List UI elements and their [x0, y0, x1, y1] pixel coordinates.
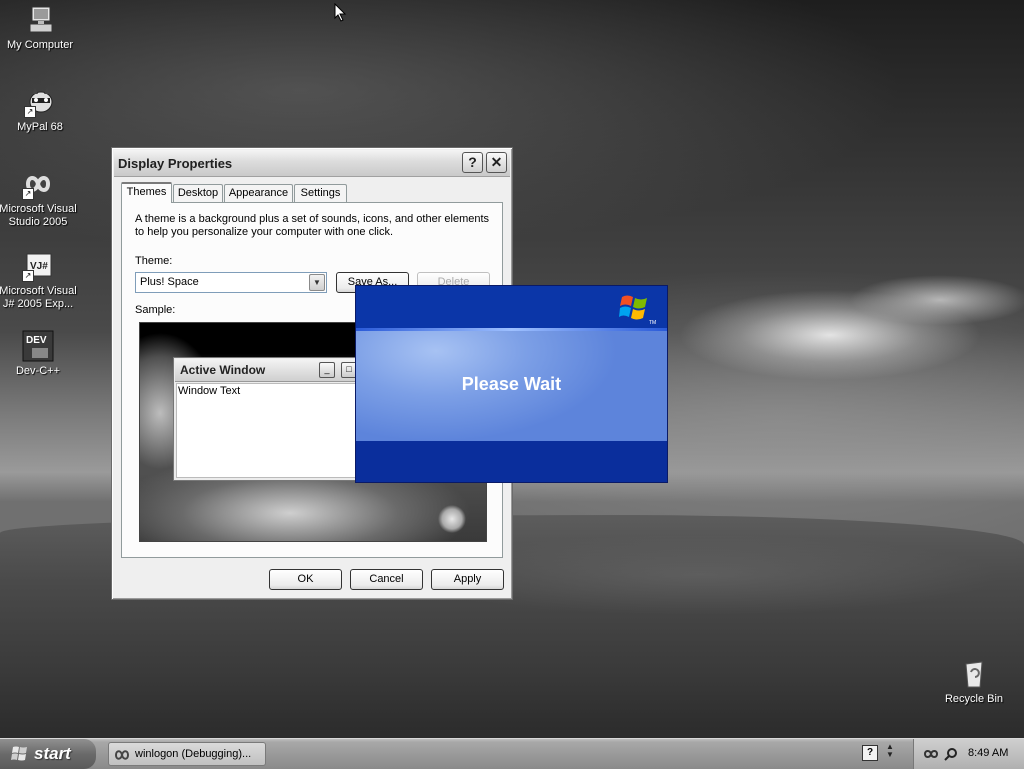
start-button[interactable]: start	[0, 739, 96, 769]
help-icon[interactable]: ?	[862, 745, 878, 761]
desktop-icon-mypal[interactable]: ↗ MyPal 68	[0, 86, 80, 134]
debugger-icon	[114, 750, 130, 760]
icon-label: Microsoft Visual J# 2005 Exp...	[0, 285, 77, 310]
taskbar: start winlogon (Debugging)... ? ▲ ▼ 8:49 …	[0, 738, 1024, 769]
theme-select[interactable]: Plus! Space ▼	[135, 272, 327, 293]
tab-desktop[interactable]: Desktop	[173, 184, 223, 202]
sample-window-text: Window Text	[178, 385, 241, 397]
window-title: Display Properties	[118, 156, 233, 171]
raccoon-icon: ↗	[24, 86, 56, 118]
search-icon[interactable]	[944, 747, 958, 761]
devcpp-icon-text: DEV	[26, 335, 47, 346]
icon-label: Dev-C++	[15, 365, 61, 377]
sample-active-window: Active Window _ □ Window Text	[173, 357, 373, 481]
shortcut-arrow-icon: ↗	[22, 270, 34, 282]
ok-button[interactable]: OK	[269, 569, 342, 590]
theme-description: A theme is a background plus a set of so…	[135, 213, 490, 238]
icon-label: My Computer	[6, 39, 74, 51]
desktop-icon-visual-studio[interactable]: ↗ Microsoft Visual Studio 2005	[0, 168, 78, 229]
icon-label: Recycle Bin	[944, 693, 1004, 705]
theme-label: Theme:	[135, 255, 173, 267]
icon-label: MyPal 68	[17, 121, 63, 133]
please-wait-splash: TM Please Wait	[355, 285, 668, 483]
desktop-icon-recycle-bin[interactable]: Recycle Bin	[934, 658, 1014, 706]
tab-settings[interactable]: Settings	[294, 184, 347, 202]
shortcut-arrow-icon: ↗	[24, 106, 36, 118]
start-label: start	[34, 744, 71, 763]
trademark-text: TM	[649, 320, 657, 326]
devcpp-icon: DEV	[22, 330, 54, 362]
taskbar-item-label: winlogon (Debugging)...	[135, 748, 252, 760]
sample-title-bar: Active Window _ □	[175, 359, 371, 382]
computer-icon	[24, 4, 56, 36]
icon-label: Microsoft Visual Studio 2005	[0, 203, 77, 228]
windows-logo-icon	[11, 746, 27, 761]
windows-logo-icon	[619, 295, 647, 320]
tab-themes[interactable]: Themes	[121, 182, 172, 203]
infinity-icon: ↗	[22, 168, 54, 200]
title-bar[interactable]: Display Properties ? ✕	[114, 150, 510, 177]
vjsharp-icon: VJ# ↗	[22, 250, 54, 282]
recycle-bin-icon	[958, 658, 990, 690]
close-button[interactable]: ✕	[486, 152, 507, 173]
taskbar-item-winlogon[interactable]: winlogon (Debugging)...	[108, 742, 266, 766]
help-button[interactable]: ?	[462, 152, 483, 173]
tray-scroll-arrows-icon[interactable]: ▲ ▼	[886, 743, 894, 759]
apply-button[interactable]: Apply	[431, 569, 504, 590]
clock[interactable]: 8:49 AM	[968, 747, 1008, 759]
cancel-button[interactable]: Cancel	[350, 569, 423, 590]
sample-label: Sample:	[135, 304, 176, 316]
desktop-icon-devcpp[interactable]: DEV Dev-C++	[0, 330, 78, 378]
theme-select-value: Plus! Space	[140, 276, 199, 288]
desktop-icon-visual-jsharp[interactable]: VJ# ↗ Microsoft Visual J# 2005 Exp...	[0, 250, 78, 311]
please-wait-text: Please Wait	[461, 374, 562, 394]
sample-window-body: Window Text	[176, 383, 370, 478]
splash-bottom-band	[356, 441, 667, 482]
desktop-icon-my-computer[interactable]: My Computer	[0, 4, 80, 52]
mouse-cursor-icon	[334, 3, 347, 22]
system-tray: 8:49 AM	[913, 739, 1024, 769]
tab-appearance[interactable]: Appearance	[224, 184, 293, 202]
shortcut-arrow-icon: ↗	[22, 188, 34, 200]
visual-studio-tray-icon[interactable]	[924, 747, 938, 761]
minimize-icon: _	[319, 362, 335, 378]
chevron-down-icon[interactable]: ▼	[309, 274, 325, 291]
sample-window-title: Active Window	[180, 363, 266, 377]
